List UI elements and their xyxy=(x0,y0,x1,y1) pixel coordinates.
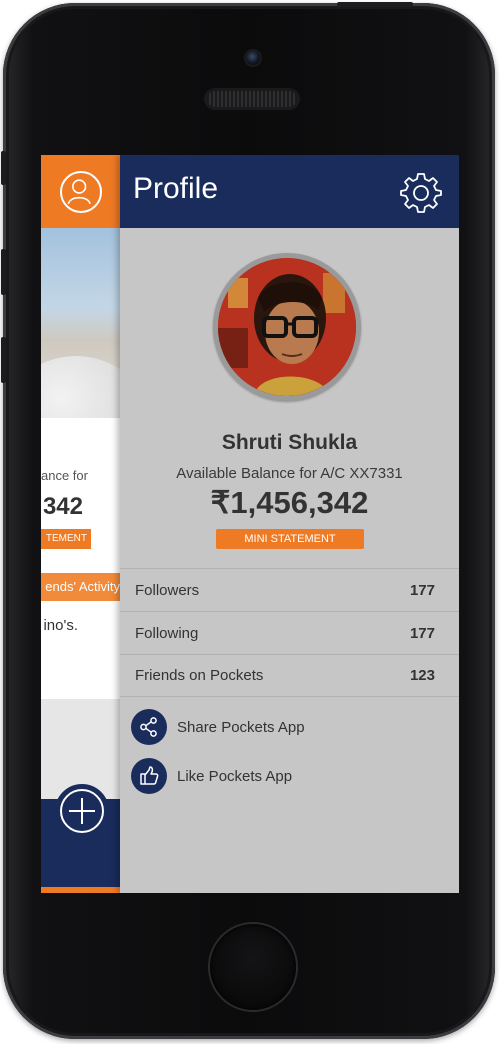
profile-name: Shruti Shukla xyxy=(221,431,358,454)
stat-label: Followers xyxy=(135,581,200,599)
add-button[interactable] xyxy=(55,784,109,838)
like-app-button[interactable]: Like Pockets App xyxy=(131,758,292,794)
stat-row-following[interactable]: Following 177 xyxy=(120,611,459,654)
mini-statement-button[interactable]: MINI STATEMENT xyxy=(216,529,364,549)
user-icon[interactable] xyxy=(60,171,102,213)
share-app-button[interactable]: Share Pockets App xyxy=(131,709,305,745)
profile-drawer: Profile Shruti Shukla Available Balance … xyxy=(120,155,459,893)
stat-value: 177 xyxy=(409,581,435,599)
home-button[interactable] xyxy=(210,924,296,1010)
home-mini-statement-button[interactable]: TEMENT xyxy=(41,529,91,549)
cover-photo xyxy=(41,228,120,496)
home-balance-label: ance for xyxy=(41,468,88,483)
balance-amount: ₹1,456,342 xyxy=(210,485,369,520)
balance-label: Available Balance for A/C XX7331 xyxy=(176,465,403,482)
stat-value: 123 xyxy=(409,667,435,684)
screen: ance for 342 TEMENT ends' Activity ino's… xyxy=(41,155,459,893)
friends-activity-bar: ends' Activity xyxy=(41,573,120,601)
stat-label: Friends on Pockets xyxy=(135,667,264,684)
share-icon xyxy=(131,709,167,745)
share-app-label: Share Pockets App xyxy=(177,718,305,736)
home-balance-amount: 342 xyxy=(42,493,83,520)
like-app-label: Like Pockets App xyxy=(177,767,293,785)
earpiece-speaker xyxy=(207,91,297,107)
friends-activity-label: ends' Activity xyxy=(45,579,120,594)
activity-feed-text: ino's. xyxy=(43,617,78,634)
stat-row-friends-on-pockets[interactable]: Friends on Pockets 123 xyxy=(120,654,459,697)
settings-gear-icon[interactable] xyxy=(400,171,442,213)
volume-up-button xyxy=(1,249,6,295)
volume-down-button xyxy=(1,337,6,383)
stat-value: 177 xyxy=(409,624,435,642)
thumbs-up-icon xyxy=(131,758,167,794)
front-camera xyxy=(246,51,260,65)
activity-feed-item xyxy=(41,601,120,699)
profile-header: Profile xyxy=(120,155,459,228)
power-button xyxy=(337,2,413,7)
home-top-bar xyxy=(41,155,120,228)
avatar[interactable] xyxy=(213,253,361,401)
stats-list: Followers 177 Following 177 Friends on P… xyxy=(120,568,459,697)
profile-photo xyxy=(218,258,356,396)
plus-icon xyxy=(69,798,95,824)
home-bottom-accent xyxy=(41,887,120,893)
mute-switch xyxy=(1,151,6,185)
home-panel-peek[interactable]: ance for 342 TEMENT ends' Activity ino's… xyxy=(41,155,120,893)
page-title: Profile xyxy=(133,172,219,205)
stat-row-followers[interactable]: Followers 177 xyxy=(120,568,459,611)
stat-label: Following xyxy=(135,624,199,642)
